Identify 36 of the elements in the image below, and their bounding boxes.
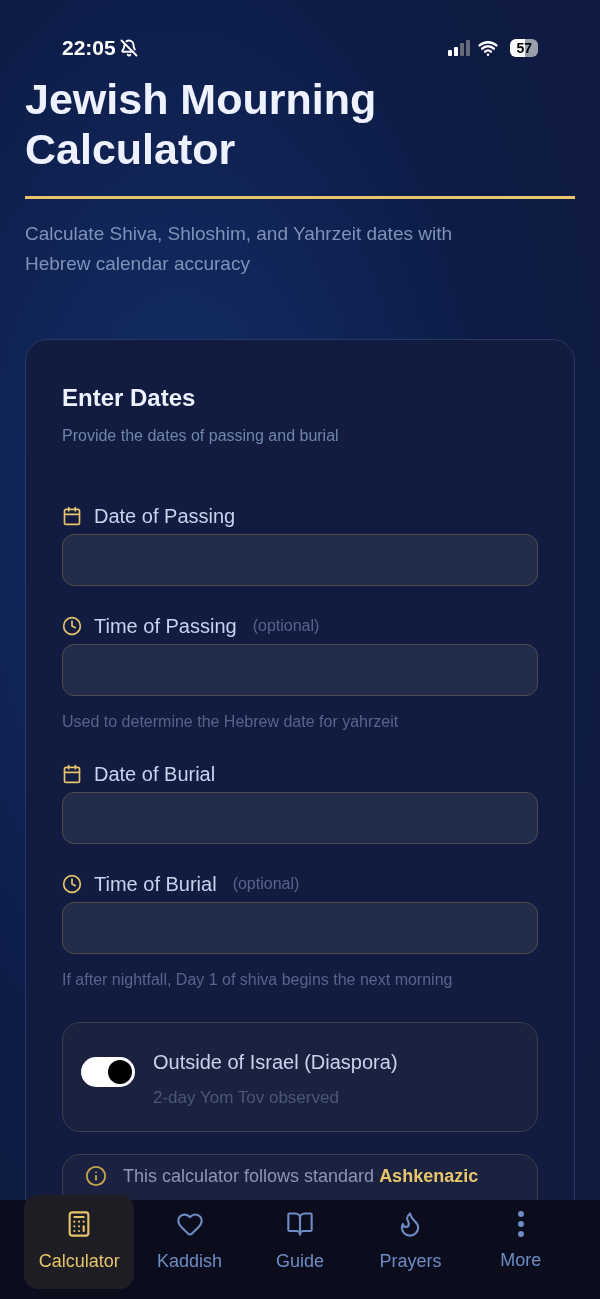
tab-item[interactable]: Guide	[244, 1195, 356, 1289]
input-field[interactable]	[62, 644, 538, 696]
book-icon	[286, 1209, 314, 1238]
toggle-label: Outside of Israel (Diaspora)	[153, 1050, 398, 1075]
field-label: Time of Burial	[94, 872, 217, 897]
tab-item[interactable]: Kaddish	[134, 1195, 245, 1289]
field-hint: If after nightfall, Day 1 of shiva begins the next morning	[62, 970, 454, 990]
status-time: 22:05	[62, 35, 116, 62]
field-label: Date of Burial	[94, 762, 216, 787]
card-title: Enter Dates	[62, 383, 197, 413]
battery-icon: 57	[510, 39, 538, 57]
card-subtitle: Provide the dates of passing and burial	[62, 426, 340, 446]
field-hint: Used to determine the Hebrew date for yahrzeit	[62, 712, 400, 732]
calendar-icon	[62, 506, 82, 526]
field-label: Date of Passing	[94, 504, 236, 529]
toggle-switch[interactable]	[81, 1057, 135, 1087]
input-field[interactable]	[62, 902, 538, 954]
toggle-description: 2-day Yom Tov observed	[153, 1087, 340, 1109]
tab-item[interactable]: Calculator	[24, 1195, 135, 1289]
optional-label: (optional)	[232, 874, 300, 894]
input-field[interactable]	[62, 534, 538, 586]
info-icon	[85, 1165, 107, 1187]
field-label: Time of Passing	[94, 614, 237, 639]
signal-icon	[448, 40, 471, 56]
more-icon	[517, 1210, 524, 1237]
clock-icon	[62, 616, 82, 636]
tab-item[interactable]: More	[465, 1195, 577, 1289]
wifi-icon	[478, 38, 499, 58]
optional-label: (optional)	[252, 616, 320, 636]
input-field[interactable]	[62, 792, 538, 844]
calendar-icon	[62, 764, 82, 784]
info-text: This calculator follows standard Ashkenazic	[123, 1164, 479, 1188]
tab-item[interactable]: Prayers	[355, 1195, 466, 1289]
page-title: Jewish Mourning Calculator	[25, 74, 378, 174]
page-subtitle: Calculate Shiva, Shloshim, and Yahrzeit dates with Hebrew calendar accuracy	[25, 222, 454, 276]
clock-icon	[62, 874, 82, 894]
